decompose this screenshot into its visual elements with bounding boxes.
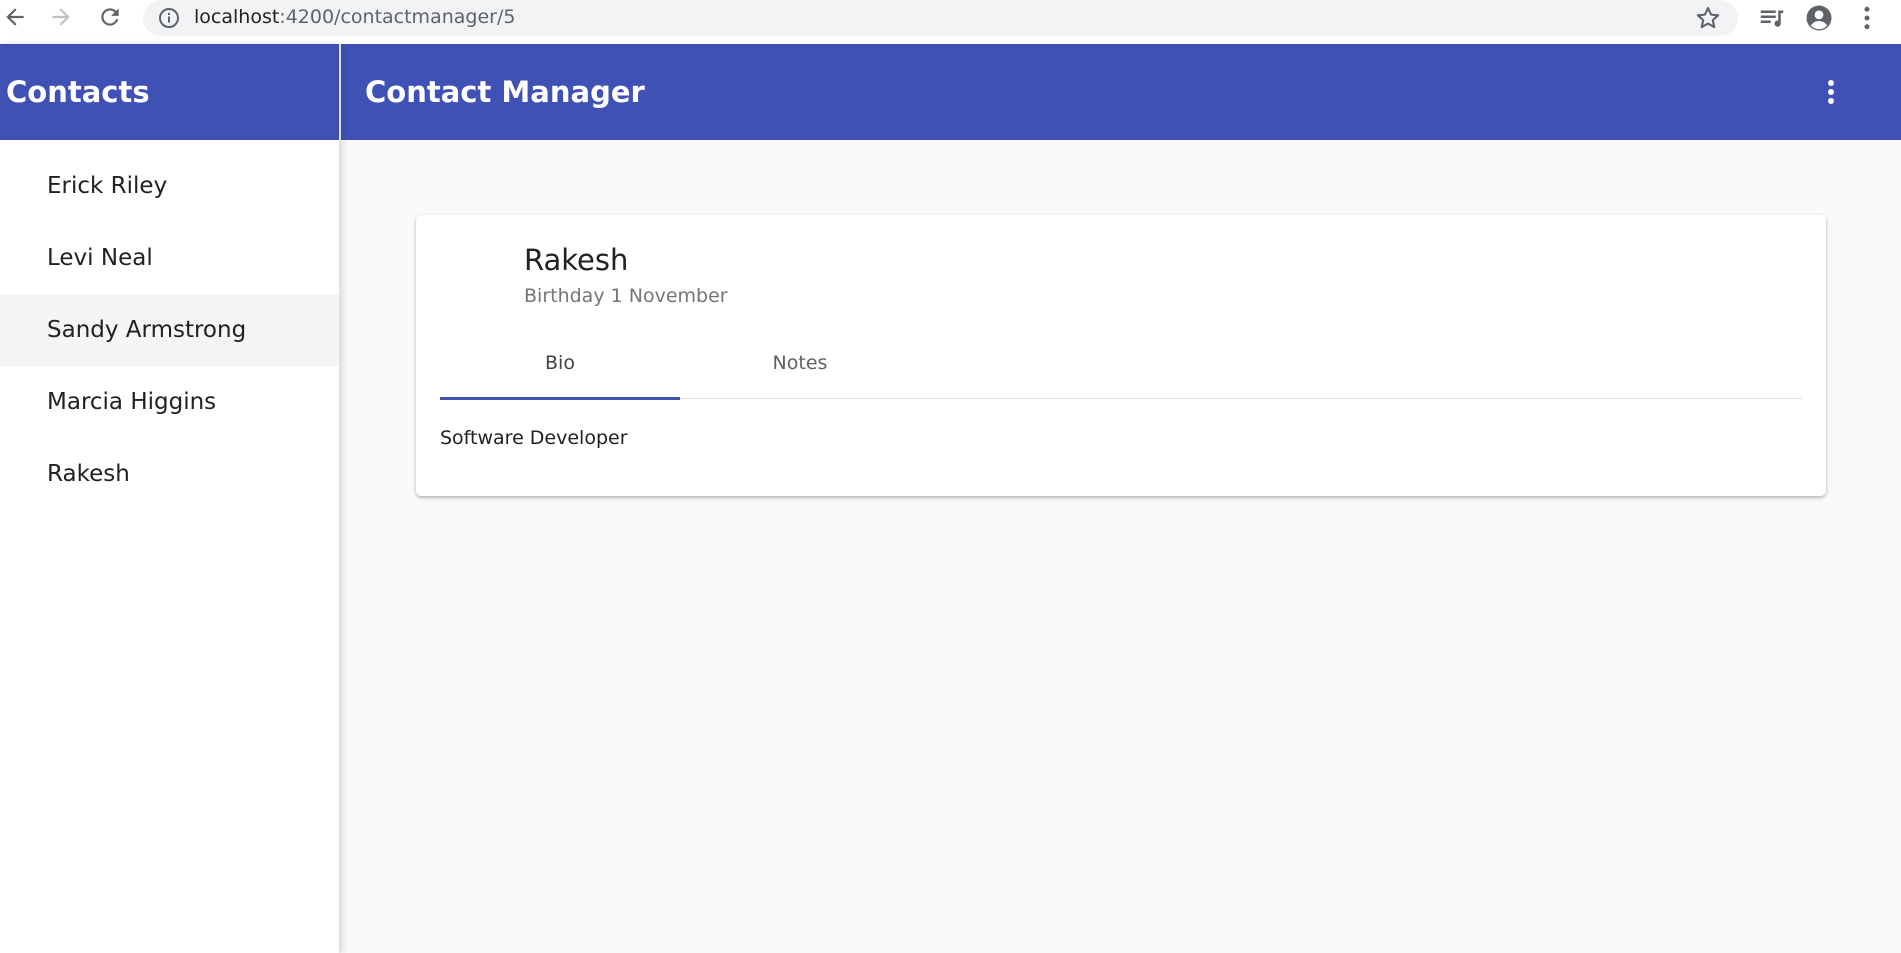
- sidenav-title: Contacts: [6, 75, 150, 109]
- toolbar-menu-button[interactable]: [1813, 74, 1849, 110]
- contact-item-erick-riley[interactable]: Erick Riley: [0, 150, 339, 222]
- star-icon[interactable]: [1694, 4, 1722, 32]
- contact-item-marcia-higgins[interactable]: Marcia Higgins: [0, 366, 339, 438]
- media-button[interactable]: [1756, 2, 1788, 34]
- contact-item-levi-neal[interactable]: Levi Neal: [0, 222, 339, 294]
- url-text[interactable]: localhost:4200/contactmanager/5: [194, 6, 515, 28]
- arrow-left-icon: [6, 8, 24, 26]
- bio-text: Software Developer: [440, 427, 628, 449]
- reload-icon: [101, 8, 119, 26]
- more-vert-icon: [1864, 6, 1870, 30]
- profile-button[interactable]: [1803, 2, 1835, 34]
- url-path: :4200/contactmanager/5: [279, 6, 516, 28]
- address-bar[interactable]: localhost:4200/contactmanager/5: [143, 0, 1738, 36]
- arrow-right-icon: [52, 8, 70, 26]
- sidenav: Contacts Erick Riley Levi Neal Sandy Arm…: [0, 44, 340, 953]
- playlist-music-icon: [1760, 10, 1784, 27]
- sidenav-header: Contacts: [0, 44, 339, 140]
- contact-item-sandy-armstrong[interactable]: Sandy Armstrong: [0, 294, 339, 366]
- forward-button[interactable]: [46, 2, 76, 32]
- contact-tabs: Bio Notes: [440, 327, 1802, 400]
- account-circle-icon: [1806, 5, 1832, 31]
- contact-birthday: Birthday 1 November: [524, 285, 728, 307]
- more-vert-icon: [1828, 80, 1834, 104]
- reload-button[interactable]: [95, 2, 125, 32]
- back-button[interactable]: [0, 2, 30, 32]
- app-title: Contact Manager: [365, 75, 645, 109]
- tab-notes[interactable]: Notes: [680, 327, 920, 399]
- info-icon[interactable]: [157, 6, 181, 30]
- app-toolbar: Contact Manager: [341, 44, 1901, 140]
- browser-toolbar: localhost:4200/contactmanager/5: [0, 0, 1901, 44]
- url-host: localhost: [194, 6, 280, 28]
- tab-bio[interactable]: Bio: [440, 327, 680, 400]
- browser-menu-button[interactable]: [1851, 2, 1883, 34]
- contact-card: Rakesh Birthday 1 November Bio Notes Sof…: [416, 215, 1826, 496]
- contact-item-rakesh[interactable]: Rakesh: [0, 438, 339, 510]
- contact-name: Rakesh: [524, 243, 629, 277]
- contact-list: Erick Riley Levi Neal Sandy Armstrong Ma…: [0, 140, 339, 510]
